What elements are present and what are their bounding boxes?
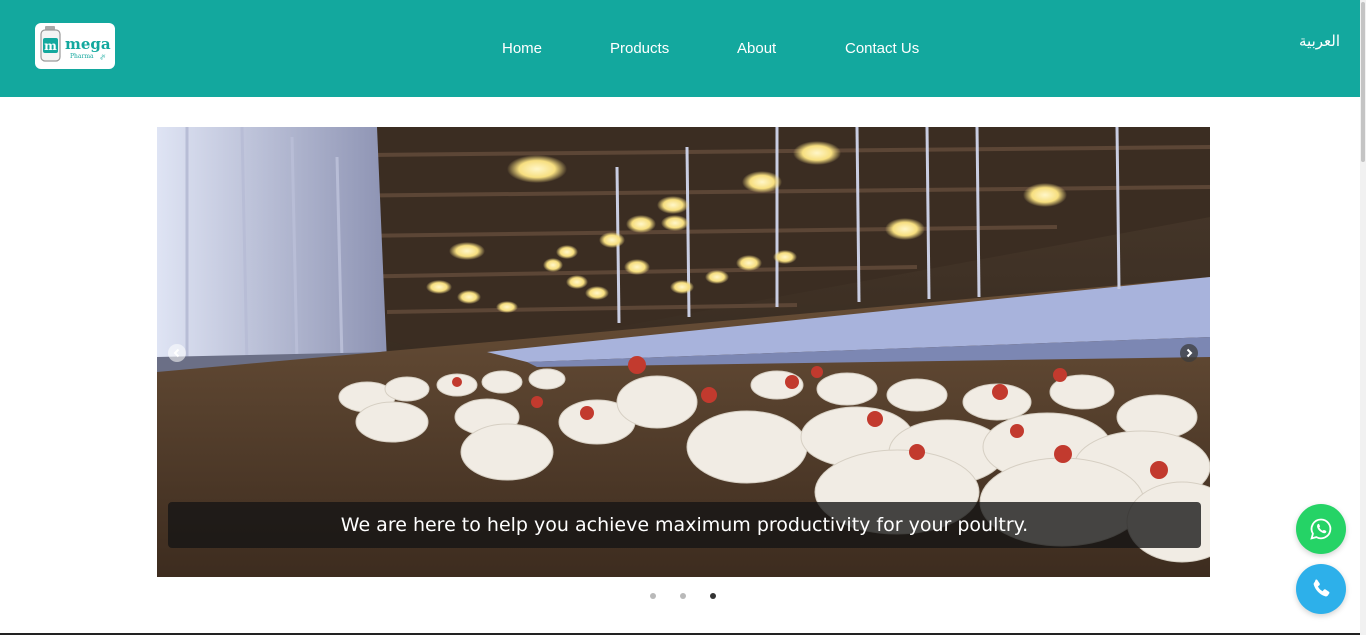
- carousel-next-button[interactable]: [1180, 344, 1198, 362]
- site-header: m mega Pharma eg. Home Products About Co…: [0, 0, 1366, 97]
- main-navigation: Home Products About Contact Us: [0, 40, 1366, 60]
- whatsapp-button[interactable]: [1296, 504, 1346, 554]
- carousel-prev-button[interactable]: [168, 344, 186, 362]
- phone-icon: [1313, 579, 1330, 597]
- phone-call-button[interactable]: [1296, 564, 1346, 614]
- nav-about[interactable]: About: [737, 40, 776, 57]
- nav-home[interactable]: Home: [502, 40, 542, 57]
- whatsapp-icon: [1310, 518, 1332, 540]
- page-scrollbar[interactable]: [1360, 0, 1366, 635]
- chevron-left-icon: [173, 348, 180, 358]
- carousel-indicator-1[interactable]: [650, 593, 656, 599]
- nav-contact-us[interactable]: Contact Us: [845, 40, 919, 57]
- scrollbar-thumb[interactable]: [1361, 2, 1365, 162]
- nav-products[interactable]: Products: [610, 40, 669, 57]
- carousel-caption: We are here to help you achieve maximum …: [168, 502, 1201, 548]
- hero-carousel: We are here to help you achieve maximum …: [157, 127, 1210, 577]
- language-switch-arabic[interactable]: العربية: [1299, 32, 1340, 50]
- carousel-indicator-3[interactable]: [710, 593, 716, 599]
- carousel-indicators: [0, 593, 1366, 599]
- chevron-right-icon: [1186, 348, 1193, 358]
- carousel-indicator-2[interactable]: [680, 593, 686, 599]
